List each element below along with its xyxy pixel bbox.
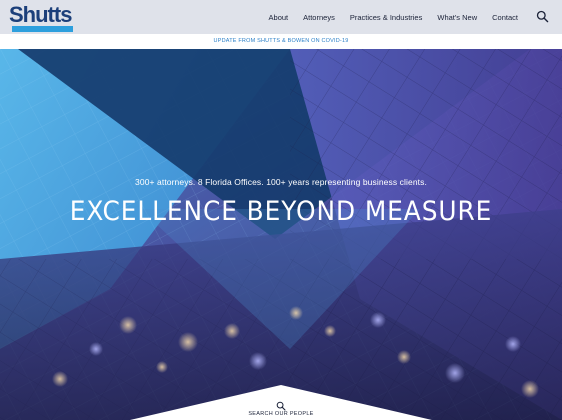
nav-whats-new[interactable]: What's New: [437, 13, 477, 22]
covid-update-link[interactable]: UPDATE FROM SHUTTS & BOWEN ON COVID-19: [0, 34, 562, 49]
hero-background-image: [0, 49, 562, 420]
nav-contact[interactable]: Contact: [492, 13, 518, 22]
hero-headline: EXCELLENCE BEYOND MEASURE: [69, 196, 493, 227]
search-icon[interactable]: [276, 398, 286, 411]
logo-underline: [12, 26, 73, 32]
nav-attorneys[interactable]: Attorneys: [303, 13, 335, 22]
search-our-people-tab[interactable]: SEARCH OUR PEOPLE: [0, 384, 562, 420]
hero-tagline: 300+ attorneys. 8 Florida Offices. 100+ …: [135, 177, 427, 187]
hero-banner: 300+ attorneys. 8 Florida Offices. 100+ …: [0, 49, 562, 420]
shutts-logo[interactable]: Shutts: [9, 2, 73, 32]
nav-about[interactable]: About: [269, 13, 289, 22]
nav-practices-industries[interactable]: Practices & Industries: [350, 13, 423, 22]
main-nav: About Attorneys Practices & Industries W…: [254, 0, 518, 34]
site-header: Shutts About Attorneys Practices & Indus…: [0, 0, 562, 34]
search-our-people-label[interactable]: SEARCH OUR PEOPLE: [0, 411, 562, 417]
logo-text: Shutts: [9, 2, 72, 27]
search-icon[interactable]: [536, 10, 549, 23]
